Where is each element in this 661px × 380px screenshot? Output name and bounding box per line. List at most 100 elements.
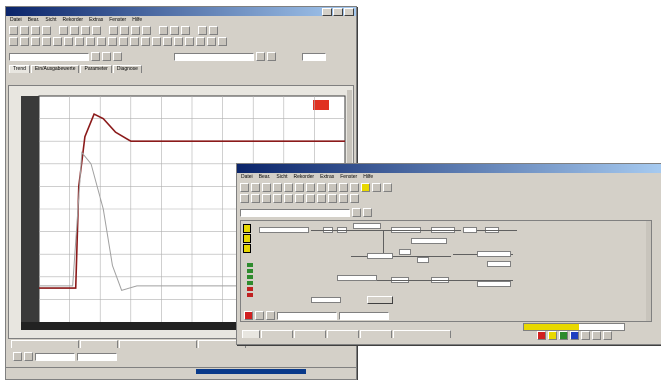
toolbar-icon[interactable] bbox=[218, 37, 227, 46]
recorder-field-2[interactable] bbox=[77, 352, 117, 361]
channel-next-icon[interactable] bbox=[267, 52, 276, 61]
undo-icon[interactable] bbox=[92, 26, 101, 35]
menu-file[interactable]: Datei bbox=[241, 174, 253, 180]
trend-icon[interactable] bbox=[372, 183, 381, 192]
toolbar-icon[interactable] bbox=[97, 37, 106, 46]
print-icon[interactable] bbox=[273, 183, 282, 192]
bottom-tab-2[interactable] bbox=[80, 340, 118, 348]
front-tab-3[interactable] bbox=[294, 330, 326, 338]
tab-diagnose[interactable]: Diagnose bbox=[112, 65, 142, 73]
toolbar-icon[interactable] bbox=[174, 37, 183, 46]
play-icon[interactable] bbox=[13, 352, 22, 361]
download-icon[interactable] bbox=[131, 26, 140, 35]
toolbar-icon[interactable] bbox=[86, 37, 95, 46]
open-icon[interactable] bbox=[20, 26, 29, 35]
cursor-icon[interactable] bbox=[181, 26, 190, 35]
toolbar-icon[interactable] bbox=[273, 194, 282, 203]
channel-prev-icon[interactable] bbox=[256, 52, 265, 61]
trend-icon[interactable] bbox=[170, 26, 179, 35]
save-icon[interactable] bbox=[262, 183, 271, 192]
paste-icon[interactable] bbox=[81, 26, 90, 35]
block-field-10[interactable] bbox=[337, 275, 377, 281]
toolbar-icon[interactable] bbox=[119, 37, 128, 46]
toolbar-icon[interactable] bbox=[42, 37, 51, 46]
cut-icon[interactable] bbox=[284, 183, 293, 192]
connect-icon[interactable] bbox=[109, 26, 118, 35]
toolbar-icon[interactable] bbox=[163, 37, 172, 46]
front-tab-4[interactable] bbox=[327, 330, 359, 338]
toolbar-icon[interactable] bbox=[196, 37, 205, 46]
stop-icon[interactable] bbox=[24, 352, 33, 361]
bottom-tab-1[interactable] bbox=[11, 340, 79, 348]
menu-view[interactable]: Sicht bbox=[45, 17, 56, 23]
toolbar-icon[interactable] bbox=[251, 194, 260, 203]
toolbar-icon[interactable] bbox=[9, 37, 18, 46]
zoom-icon[interactable] bbox=[198, 26, 207, 35]
device-combo[interactable] bbox=[240, 208, 350, 217]
menu-help[interactable]: Hilfe bbox=[363, 174, 373, 180]
front-tab-6[interactable] bbox=[393, 330, 451, 338]
save-icon[interactable] bbox=[31, 26, 40, 35]
connect-icon[interactable] bbox=[317, 183, 326, 192]
toolbar-icon[interactable] bbox=[350, 194, 359, 203]
toolbar-icon[interactable] bbox=[207, 37, 216, 46]
output-field-2[interactable] bbox=[487, 261, 511, 267]
setpoint-field[interactable] bbox=[259, 227, 309, 233]
front-tab-1[interactable] bbox=[242, 330, 260, 338]
mode-combo[interactable] bbox=[302, 52, 326, 61]
bottom-tab-3[interactable] bbox=[119, 340, 197, 348]
settings-icon[interactable] bbox=[363, 208, 372, 217]
maximize-button[interactable] bbox=[333, 7, 343, 16]
menu-view[interactable]: Sicht bbox=[276, 174, 287, 180]
block-field-8[interactable] bbox=[399, 249, 411, 255]
block-field-13[interactable] bbox=[311, 297, 341, 303]
recorder-field-2[interactable] bbox=[339, 311, 389, 320]
menu-window[interactable]: Fenster bbox=[109, 17, 126, 23]
recorder-field[interactable] bbox=[277, 311, 337, 320]
disconnect-icon[interactable] bbox=[120, 26, 129, 35]
menu-help[interactable]: Hilfe bbox=[132, 17, 142, 23]
toolbar-icon[interactable] bbox=[185, 37, 194, 46]
help-icon[interactable] bbox=[209, 26, 218, 35]
toolbar-icon[interactable] bbox=[130, 37, 139, 46]
upload-icon[interactable] bbox=[350, 183, 359, 192]
toolbar-icon[interactable] bbox=[152, 37, 161, 46]
paste-icon[interactable] bbox=[306, 183, 315, 192]
tab-parameter[interactable]: Parameter bbox=[80, 65, 112, 73]
copy-icon[interactable] bbox=[70, 26, 79, 35]
toolbar-icon[interactable] bbox=[262, 194, 271, 203]
toolbar-icon[interactable] bbox=[317, 194, 326, 203]
upload-icon[interactable] bbox=[142, 26, 151, 35]
toolbar-icon[interactable] bbox=[328, 194, 337, 203]
prev-icon[interactable] bbox=[91, 52, 100, 61]
print-icon[interactable] bbox=[42, 26, 51, 35]
menu-edit[interactable]: Bear. bbox=[28, 17, 40, 23]
record-icon[interactable] bbox=[159, 26, 168, 35]
toolbar-icon[interactable] bbox=[141, 37, 150, 46]
apply-button[interactable] bbox=[367, 296, 393, 304]
record-icon[interactable] bbox=[361, 183, 370, 192]
block-field-9[interactable] bbox=[417, 257, 429, 263]
toolbar-icon[interactable] bbox=[75, 37, 84, 46]
toolbar-icon[interactable] bbox=[108, 37, 117, 46]
toolbar-icon[interactable] bbox=[20, 37, 29, 46]
toolbar-icon[interactable] bbox=[339, 194, 348, 203]
block-field-4[interactable] bbox=[463, 227, 477, 233]
cut-icon[interactable] bbox=[59, 26, 68, 35]
front-tab-5[interactable] bbox=[360, 330, 392, 338]
block-field-1[interactable] bbox=[353, 223, 381, 229]
recorder-field[interactable] bbox=[35, 352, 75, 361]
new-icon[interactable] bbox=[9, 26, 18, 35]
tab-io-values[interactable]: Ein/Ausgabewerte bbox=[30, 65, 80, 73]
block-field-7[interactable] bbox=[367, 253, 393, 259]
refresh-icon[interactable] bbox=[352, 208, 361, 217]
menu-extras[interactable]: Extras bbox=[320, 174, 334, 180]
menu-extras[interactable]: Extras bbox=[89, 17, 103, 23]
play-icon[interactable] bbox=[266, 311, 275, 320]
menu-window[interactable]: Fenster bbox=[340, 174, 357, 180]
next-icon[interactable] bbox=[102, 52, 111, 61]
disconnect-icon[interactable] bbox=[328, 183, 337, 192]
tab-trend[interactable]: Trend bbox=[9, 65, 30, 73]
front-tab-2[interactable] bbox=[261, 330, 293, 338]
toolbar-icon[interactable] bbox=[284, 194, 293, 203]
